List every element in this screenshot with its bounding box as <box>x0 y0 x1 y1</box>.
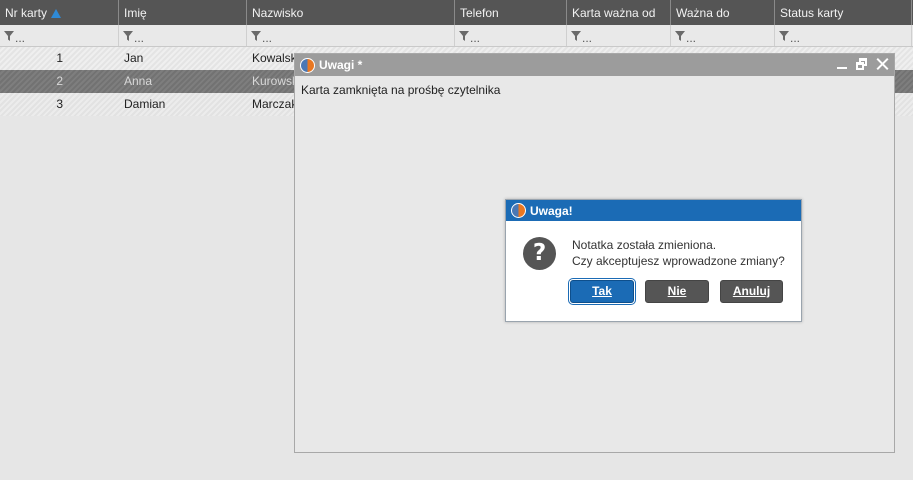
filter-cell-nazwisko[interactable]: ... <box>247 25 455 46</box>
notes-content[interactable]: Karta zamknięta na prośbę czytelnika <box>301 83 500 97</box>
filter-icon <box>4 30 14 41</box>
dialog-title: Uwaga! <box>530 203 573 218</box>
filter-placeholder: ... <box>134 30 145 45</box>
column-header-nr-karty[interactable]: Nr karty <box>0 0 119 25</box>
filter-cell-telefon[interactable]: ... <box>455 25 567 46</box>
column-header-label: Status karty <box>780 6 844 20</box>
sort-ascending-icon <box>51 9 61 18</box>
column-header-karta-wazna-od[interactable]: Karta ważna od <box>567 0 671 25</box>
filter-placeholder: ... <box>262 30 273 45</box>
column-header-label: Imię <box>124 6 147 20</box>
app-logo-icon <box>300 57 315 73</box>
window-controls <box>835 57 889 71</box>
filter-placeholder: ... <box>790 30 801 45</box>
column-header-status-karty[interactable]: Status karty <box>775 0 912 25</box>
filter-cell-karta-wazna-od[interactable]: ... <box>567 25 671 46</box>
notes-window-titlebar[interactable]: Uwagi * <box>295 54 894 76</box>
cell-nr-karty: 3 <box>56 97 63 111</box>
filter-placeholder: ... <box>470 30 481 45</box>
grid-filter-row: ... ... ... ... ... ... ... <box>0 25 913 47</box>
filter-icon <box>459 30 469 41</box>
filter-icon <box>779 30 789 41</box>
cell-nr-karty: 2 <box>56 74 63 88</box>
app-logo-icon <box>511 203 526 218</box>
column-header-wazna-do[interactable]: Ważna do <box>671 0 775 25</box>
filter-placeholder: ... <box>582 30 593 45</box>
close-icon[interactable] <box>875 57 889 71</box>
column-header-label: Telefon <box>460 6 499 20</box>
dialog-message-line1: Notatka została zmieniona. <box>572 238 717 252</box>
dialog-message: Notatka została zmieniona. Czy akceptuje… <box>572 237 785 269</box>
restore-icon[interactable] <box>855 57 869 71</box>
filter-placeholder: ... <box>15 30 26 45</box>
column-header-nazwisko[interactable]: Nazwisko <box>247 0 455 25</box>
filter-icon <box>675 30 685 41</box>
column-header-telefon[interactable]: Telefon <box>455 0 567 25</box>
column-header-label: Karta ważna od <box>572 6 656 20</box>
cancel-button[interactable]: Anuluj <box>720 280 783 303</box>
minimize-icon[interactable] <box>835 57 849 71</box>
column-header-label: Ważna do <box>676 6 730 20</box>
question-icon: ? <box>523 237 556 270</box>
filter-cell-wazna-do[interactable]: ... <box>671 25 775 46</box>
filter-cell-status-karty[interactable]: ... <box>775 25 912 46</box>
filter-icon <box>251 30 261 41</box>
filter-placeholder: ... <box>686 30 697 45</box>
column-header-label: Nr karty <box>5 6 47 20</box>
notes-window-title: Uwagi * <box>319 58 363 72</box>
yes-button[interactable]: Tak <box>570 280 634 303</box>
column-header-label: Nazwisko <box>252 6 304 20</box>
no-button[interactable]: Nie <box>645 280 709 303</box>
cell-imie: Jan <box>124 51 144 65</box>
dialog-message-line2: Czy akceptujesz wprowadzone zmiany? <box>572 254 785 268</box>
cell-nr-karty: 1 <box>56 51 63 65</box>
column-header-imie[interactable]: Imię <box>119 0 247 25</box>
filter-cell-nr-karty[interactable]: ... <box>0 25 119 46</box>
grid-header: Nr karty Imię Nazwisko Telefon Karta waż… <box>0 0 913 25</box>
cell-imie: Anna <box>124 74 153 88</box>
dialog-titlebar[interactable]: Uwaga! <box>506 200 801 221</box>
cell-imie: Damian <box>124 97 166 111</box>
filter-cell-imie[interactable]: ... <box>119 25 247 46</box>
filter-icon <box>571 30 581 41</box>
confirm-dialog: Uwaga! ? Notatka została zmieniona. Czy … <box>505 199 802 322</box>
filter-icon <box>123 30 133 41</box>
